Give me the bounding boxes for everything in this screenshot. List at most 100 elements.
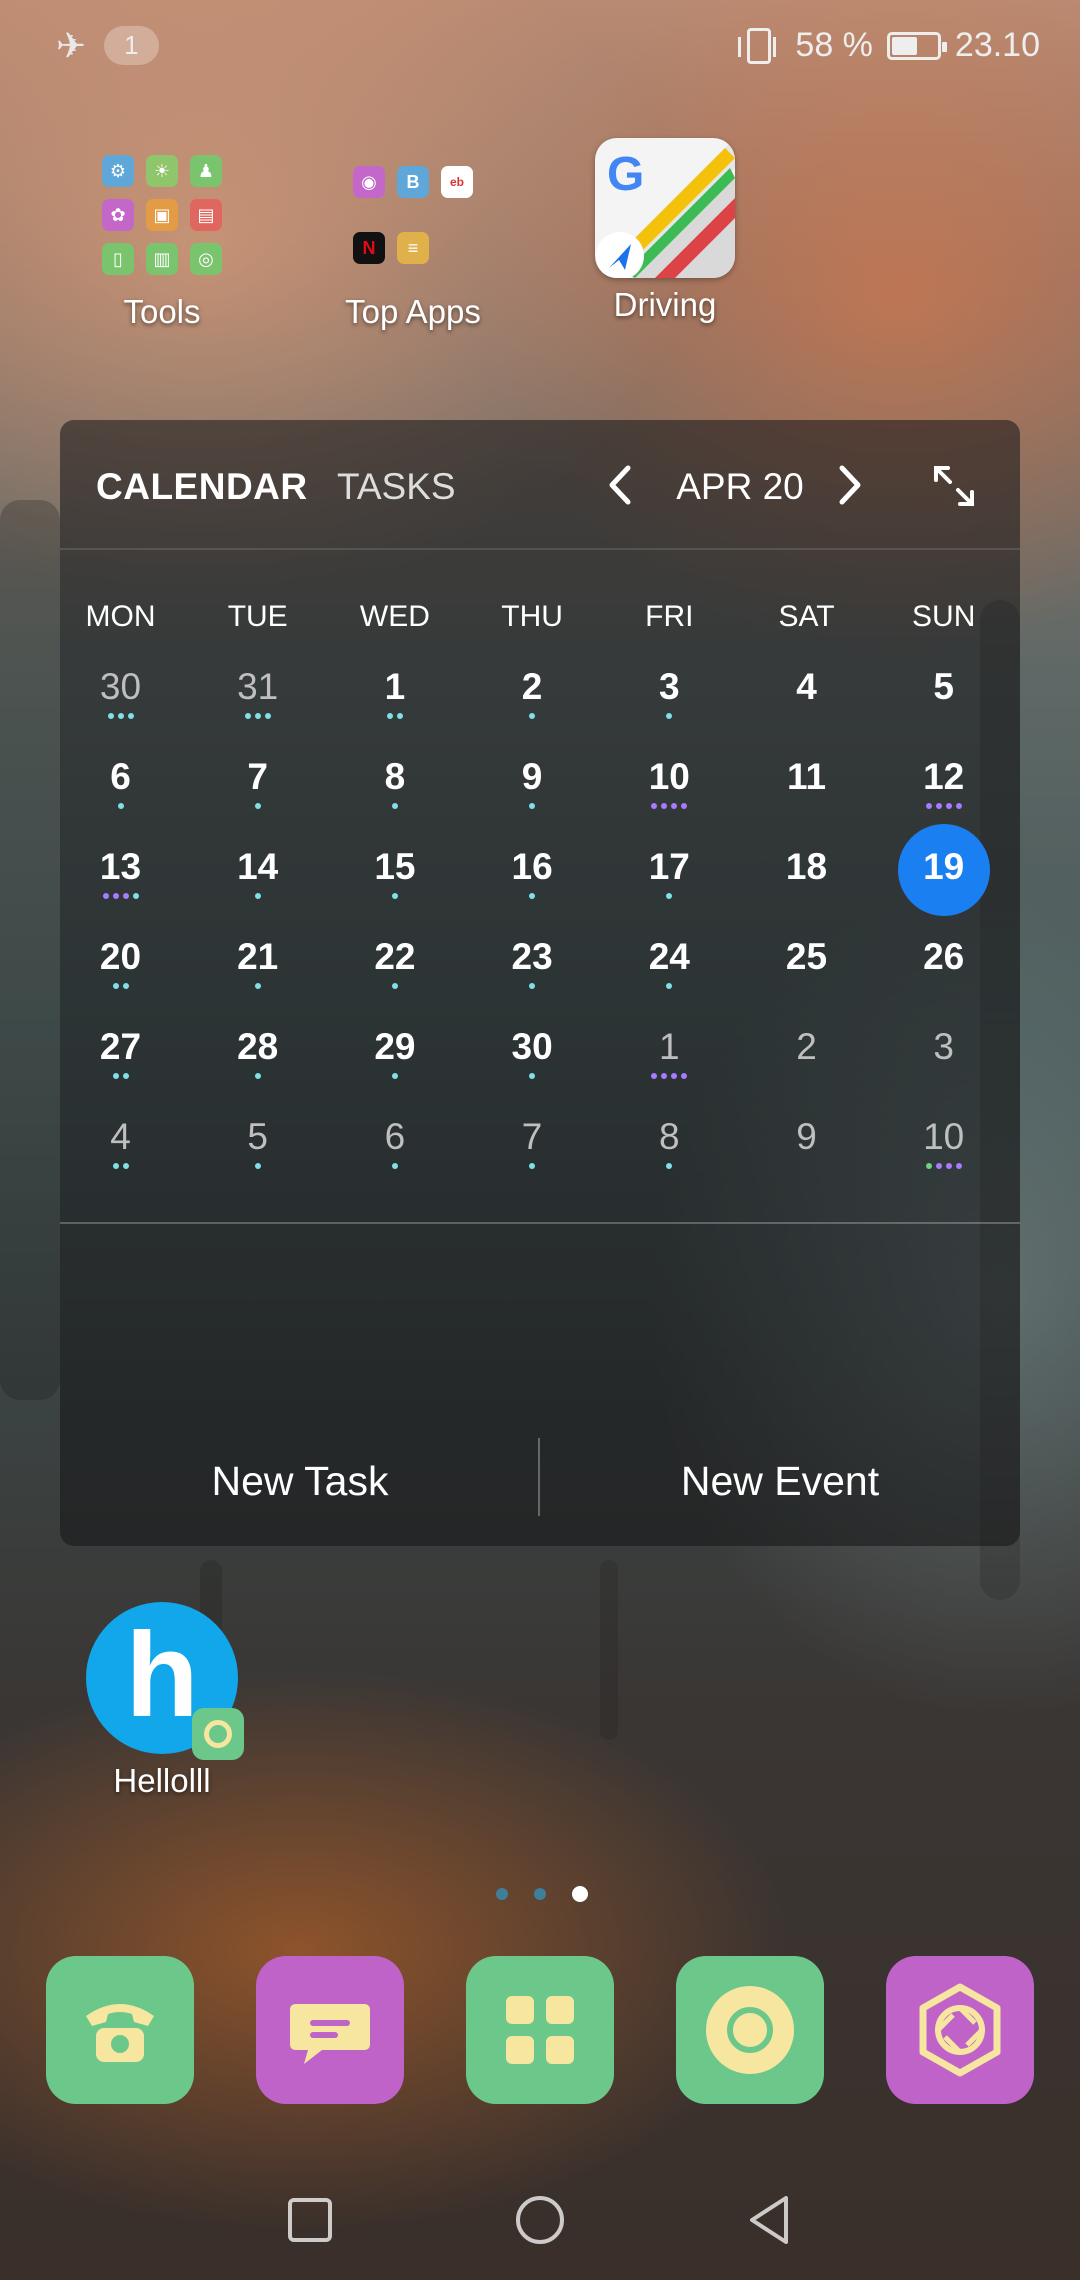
weekday-label: TUE bbox=[227, 600, 288, 633]
calendar-day-number: 29 bbox=[374, 1026, 416, 1067]
widget-header: CALENDAR TASKS APR 20 bbox=[60, 420, 1020, 550]
chevron-left-icon[interactable] bbox=[600, 462, 640, 508]
event-dots bbox=[464, 803, 601, 809]
calendar-day[interactable]: 8 bbox=[326, 746, 463, 836]
apps-drawer[interactable] bbox=[466, 1956, 614, 2104]
calendar-day[interactable]: 31 bbox=[189, 656, 326, 746]
event-dot bbox=[935, 803, 942, 809]
event-dots bbox=[464, 893, 601, 899]
event-dot bbox=[529, 893, 536, 899]
calendar-day[interactable]: 6 bbox=[52, 746, 189, 836]
app-label: Hellolll bbox=[113, 1762, 211, 1799]
calendar-day[interactable]: 25 bbox=[738, 926, 875, 1016]
driving-app[interactable]: G Driving bbox=[555, 138, 775, 324]
calendar-day[interactable]: 2 bbox=[738, 1016, 875, 1106]
tools-folder[interactable]: ⚙ ☀ ♟ ✿ ▣ ▤ ▯ ▥ ◎ Tools bbox=[52, 145, 272, 331]
calendar-day-number: 19 bbox=[923, 846, 965, 887]
page-dot-active bbox=[572, 1886, 588, 1902]
event-dots bbox=[52, 983, 189, 989]
event-dot bbox=[529, 803, 536, 809]
calendar-day[interactable]: 17 bbox=[601, 836, 738, 926]
hellolll-app[interactable]: h Hellolll bbox=[52, 1602, 272, 1800]
calendar-day[interactable]: 6 bbox=[326, 1106, 463, 1196]
expand-icon[interactable] bbox=[930, 462, 978, 510]
new-task-button[interactable]: New Task bbox=[60, 1416, 540, 1546]
calendar-day[interactable]: 26 bbox=[875, 926, 1012, 1016]
event-dot bbox=[661, 1073, 668, 1079]
month-label: APR 20 bbox=[676, 466, 804, 507]
calendar-day[interactable]: 11 bbox=[738, 746, 875, 836]
calendar-day[interactable]: 14 bbox=[189, 836, 326, 926]
event-dot bbox=[117, 713, 124, 719]
phone-icon bbox=[86, 2004, 154, 2062]
calendar-day[interactable]: 23 bbox=[464, 926, 601, 1016]
tab-tasks[interactable]: TASKS bbox=[337, 466, 456, 508]
calendar-day[interactable]: 10 bbox=[875, 1106, 1012, 1196]
divider bbox=[60, 1222, 1020, 1224]
event-dot bbox=[254, 713, 261, 719]
event-dots bbox=[326, 713, 463, 719]
calendar-day[interactable]: 28 bbox=[189, 1016, 326, 1106]
calendar-day[interactable]: 4 bbox=[738, 656, 875, 746]
calendar-day[interactable]: 21 bbox=[189, 926, 326, 1016]
calendar-day[interactable]: 15 bbox=[326, 836, 463, 926]
new-event-button[interactable]: New Event bbox=[540, 1416, 1020, 1546]
event-dots bbox=[464, 1073, 601, 1079]
calendar-day[interactable]: 9 bbox=[738, 1106, 875, 1196]
calendar-day[interactable]: 12 bbox=[875, 746, 1012, 836]
calendar-day-number: 26 bbox=[923, 936, 965, 977]
calendar-day[interactable]: 7 bbox=[189, 746, 326, 836]
calendar-day-number: 2 bbox=[796, 1026, 817, 1067]
calendar-day[interactable]: 29 bbox=[326, 1016, 463, 1106]
event-dots bbox=[189, 803, 326, 809]
calendar-day[interactable]: 5 bbox=[875, 656, 1012, 746]
calendar-day[interactable]: 1 bbox=[601, 1016, 738, 1106]
tab-calendar[interactable]: CALENDAR bbox=[96, 466, 308, 508]
top-apps-folder[interactable]: ◉ B eb N ≡ Top Apps bbox=[303, 145, 523, 331]
calendar-day[interactable]: 18 bbox=[738, 836, 875, 926]
back-button[interactable] bbox=[740, 2190, 800, 2250]
recents-button[interactable] bbox=[280, 2190, 340, 2250]
weekday-label: MON bbox=[85, 600, 156, 633]
calendar-day[interactable]: 20 bbox=[52, 926, 189, 1016]
messages-app[interactable] bbox=[256, 1956, 404, 2104]
phone-app[interactable] bbox=[46, 1956, 194, 2104]
calendar-day[interactable]: 13 bbox=[52, 836, 189, 926]
calendar-day[interactable]: 2 bbox=[464, 656, 601, 746]
calendar-day[interactable]: 7 bbox=[464, 1106, 601, 1196]
calendar-day-number: 16 bbox=[511, 846, 553, 887]
event-dot bbox=[391, 1073, 398, 1079]
app-label: Driving bbox=[613, 286, 717, 323]
chrome-badge-icon bbox=[192, 1708, 244, 1760]
calendar-day[interactable]: 1 bbox=[326, 656, 463, 746]
event-dot bbox=[529, 1163, 536, 1169]
event-dots bbox=[326, 1163, 463, 1169]
calendar-day[interactable]: 27 bbox=[52, 1016, 189, 1106]
page-dot bbox=[496, 1888, 508, 1900]
calendar-day-number: 24 bbox=[648, 936, 690, 977]
calendar-day[interactable]: 10 bbox=[601, 746, 738, 836]
calendar-day[interactable]: 3 bbox=[875, 1016, 1012, 1106]
calendar-day[interactable]: 22 bbox=[326, 926, 463, 1016]
calendar-day[interactable]: 3 bbox=[601, 656, 738, 746]
event-dot bbox=[955, 1163, 962, 1169]
chrome-app[interactable] bbox=[676, 1956, 824, 2104]
calendar-day[interactable]: 30 bbox=[464, 1016, 601, 1106]
hellolll-icon: h bbox=[86, 1602, 244, 1760]
calendar-day[interactable]: 5 bbox=[189, 1106, 326, 1196]
calendar-day[interactable]: 16 bbox=[464, 836, 601, 926]
calendar-day[interactable]: 4 bbox=[52, 1106, 189, 1196]
calendar-day[interactable]: 19 bbox=[875, 824, 1012, 926]
calendar-day[interactable]: 8 bbox=[601, 1106, 738, 1196]
chevron-right-icon[interactable] bbox=[830, 462, 870, 508]
event-dots bbox=[189, 983, 326, 989]
calendar-day-number: 1 bbox=[384, 666, 406, 707]
calendar-day[interactable]: 9 bbox=[464, 746, 601, 836]
status-bar: ✈ 1 58 % 23.10 bbox=[0, 0, 1080, 90]
tools-folder-icon: ⚙ ☀ ♟ ✿ ▣ ▤ ▯ ▥ ◎ bbox=[92, 145, 232, 285]
calendar-day[interactable]: 30 bbox=[52, 656, 189, 746]
event-dots bbox=[875, 983, 1012, 989]
camera-app[interactable] bbox=[886, 1956, 1034, 2104]
calendar-day[interactable]: 24 bbox=[601, 926, 738, 1016]
home-button[interactable] bbox=[510, 2190, 570, 2250]
